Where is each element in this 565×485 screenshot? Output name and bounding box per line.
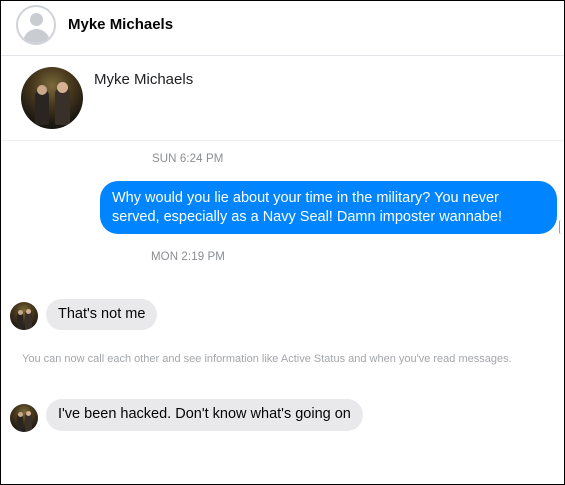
timestamp: SUN 6:24 PM: [152, 153, 224, 165]
message-line: served, especially as a Navy Seal! Damn …: [112, 209, 503, 225]
profile-name[interactable]: Myke Michaels: [94, 71, 193, 88]
outgoing-message-bubble[interactable]: Why would you lie about your time in the…: [100, 181, 557, 234]
default-user-avatar-icon[interactable]: [16, 5, 56, 45]
avatar-body-shape: [23, 29, 50, 43]
messenger-window: Myke Michaels Myke Michaels SUN 6:24 PM …: [0, 0, 565, 485]
profile-section: Myke Michaels: [1, 57, 564, 141]
incoming-message-bubble[interactable]: I've been hacked. Don't know what's goin…: [46, 399, 363, 431]
avatar-head-shape: [30, 13, 43, 26]
photo-face-left: [18, 412, 23, 417]
sender-avatar[interactable]: [10, 404, 38, 432]
photo-face-left: [37, 85, 47, 95]
conversation-header: Myke Michaels: [1, 1, 564, 56]
incoming-message-bubble[interactable]: That's not me: [46, 299, 158, 330]
photo-face-right: [26, 309, 31, 314]
timestamp: MON 2:19 PM: [151, 251, 225, 263]
photo-face-right: [26, 411, 31, 416]
header-contact-name[interactable]: Myke Michaels: [68, 16, 173, 33]
scrollbar-handle[interactable]: [559, 220, 564, 234]
sender-avatar[interactable]: [10, 302, 38, 330]
system-notice: You can now call each other and see info…: [22, 353, 512, 365]
profile-photo[interactable]: [21, 67, 83, 129]
photo-face-left: [18, 310, 23, 315]
photo-face-right: [57, 82, 68, 93]
message-line: Why would you lie about your time in the…: [112, 190, 499, 206]
